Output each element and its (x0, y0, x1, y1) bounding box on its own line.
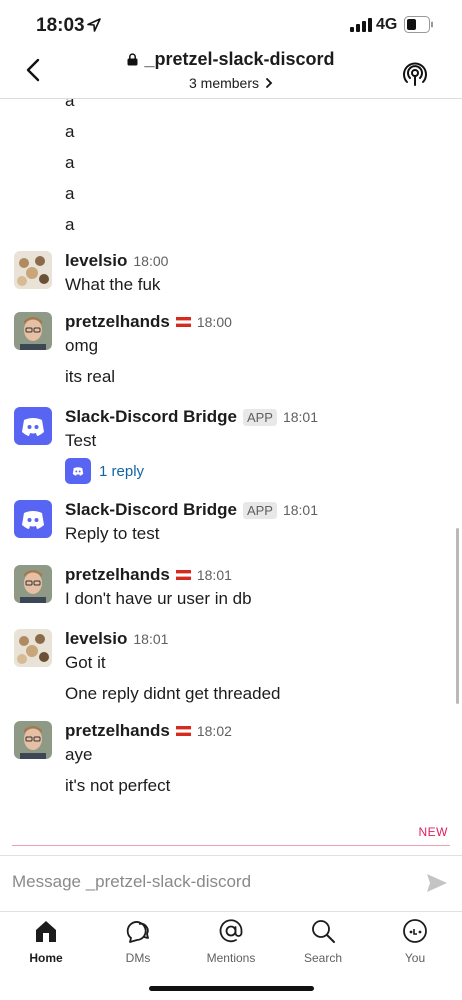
discord-icon[interactable] (14, 500, 52, 538)
message-text: Reply to test (65, 524, 160, 543)
avatar-pretzelhands[interactable] (14, 312, 52, 350)
chevron-right-icon (266, 78, 273, 88)
author-name[interactable]: pretzelhands (65, 565, 170, 585)
author-name[interactable]: pretzelhands (65, 312, 170, 332)
signal-icon (350, 18, 372, 32)
profile-icon (403, 919, 427, 943)
search-icon (312, 920, 335, 943)
timestamp: 18:01 (282, 409, 319, 425)
members-link[interactable]: 3 members (189, 75, 273, 91)
timestamp: 18:01 (282, 502, 319, 518)
message-meta: pretzelhands 18:00 (65, 312, 232, 332)
channel-header: _pretzel-slack-discord 3 members (0, 45, 462, 99)
timestamp: 18:00 (133, 253, 169, 269)
tab-label: Mentions (206, 951, 256, 965)
message-line: a (65, 215, 75, 234)
author-name[interactable]: Slack-Discord Bridge (65, 407, 237, 427)
message-text: aye (65, 745, 93, 764)
tab-label: Search (303, 951, 343, 965)
message-text: Test (65, 431, 97, 450)
location-arrow-icon (87, 18, 101, 32)
message-text: Got it (65, 653, 106, 672)
at-icon (219, 919, 243, 943)
status-time: 18:03 (36, 15, 85, 36)
new-messages-divider (12, 845, 450, 846)
message-list[interactable]: a a a a a levelsio 18:00 What the fuk pr… (0, 99, 462, 855)
author-name[interactable]: pretzelhands (65, 721, 170, 741)
avatar-levelsio[interactable] (14, 629, 52, 667)
message-text: its real (65, 367, 116, 386)
home-icon (36, 921, 56, 942)
message-input[interactable] (12, 872, 412, 892)
author-name[interactable]: levelsio (65, 629, 127, 649)
avatar-pretzelhands[interactable] (14, 565, 52, 603)
network-type: 4G (376, 16, 398, 33)
send-icon[interactable] (426, 873, 448, 893)
channel-title-block[interactable]: _pretzel-slack-discord 3 members (0, 49, 462, 93)
message-composer (0, 855, 462, 911)
channel-name: _pretzel-slack-discord (144, 49, 335, 69)
scrollbar[interactable] (456, 528, 459, 704)
timestamp: 18:01 (196, 567, 232, 583)
message-line: a (65, 153, 75, 172)
message-meta: levelsio 18:00 (65, 251, 168, 271)
austria-flag-icon (175, 570, 191, 580)
tab-dms[interactable]: DMs (103, 918, 173, 965)
message-text: One reply didnt get threaded (65, 684, 281, 703)
message-meta: pretzelhands 18:01 (65, 565, 232, 585)
message-meta: Slack-Discord Bridge APP 18:01 (65, 407, 318, 427)
dms-icon (126, 921, 149, 943)
lock-icon (127, 53, 138, 66)
tab-label: DMs (125, 951, 151, 965)
message-meta: pretzelhands 18:02 (65, 721, 232, 741)
message-meta: levelsio 18:01 (65, 629, 168, 649)
timestamp: 18:00 (196, 314, 232, 330)
message-text: I don't have ur user in db (65, 589, 252, 608)
message-text: omg (65, 336, 99, 355)
app-badge: APP (242, 502, 277, 519)
huddle-icon[interactable] (402, 61, 428, 87)
message-text: it's not perfect (65, 776, 171, 795)
home-indicator (149, 986, 314, 991)
austria-flag-icon (175, 317, 191, 327)
author-name[interactable]: levelsio (65, 251, 127, 271)
thread-replies[interactable]: 1 reply (65, 458, 144, 484)
channel-title: _pretzel-slack-discord (127, 49, 335, 70)
tab-search[interactable]: Search (288, 918, 358, 965)
timestamp: 18:02 (196, 723, 232, 739)
message-line: a (65, 184, 75, 203)
avatar-pretzelhands[interactable] (14, 721, 52, 759)
message-line: a (65, 122, 75, 141)
author-name[interactable]: Slack-Discord Bridge (65, 500, 237, 520)
message-meta: Slack-Discord Bridge APP 18:01 (65, 500, 318, 520)
app-badge: APP (242, 409, 277, 426)
discord-icon[interactable] (14, 407, 52, 445)
discord-icon (65, 458, 91, 484)
tab-mentions[interactable]: Mentions (196, 918, 266, 965)
message-text: What the fuk (65, 275, 161, 294)
tab-label: You (404, 951, 426, 965)
timestamp: 18:01 (133, 631, 169, 647)
tab-you[interactable]: You (380, 918, 450, 965)
tab-home[interactable]: Home (11, 918, 81, 965)
battery-icon (404, 16, 433, 33)
members-count: 3 members (188, 75, 260, 91)
reply-count-link[interactable]: 1 reply (99, 463, 144, 480)
avatar-levelsio[interactable] (14, 251, 52, 289)
tab-label: Home (29, 951, 63, 965)
new-messages-label: NEW (418, 825, 448, 839)
message-line: a (65, 99, 75, 110)
austria-flag-icon (175, 726, 191, 736)
status-bar: 18:03 4G (0, 0, 462, 50)
